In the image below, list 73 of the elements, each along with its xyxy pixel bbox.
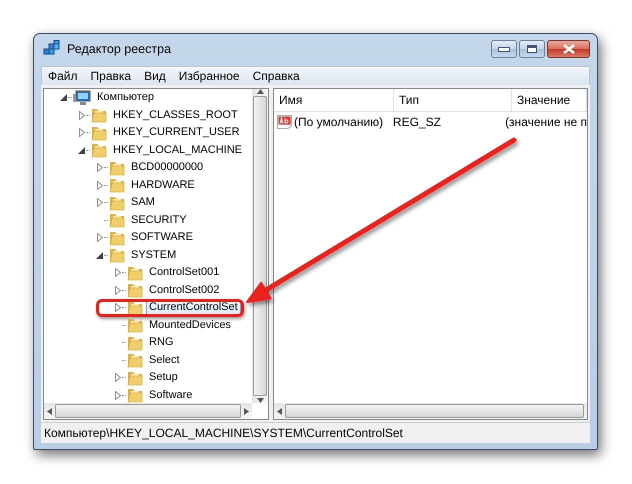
expand-icon[interactable] — [78, 110, 86, 120]
folder-icon — [127, 387, 143, 403]
folder-icon — [109, 212, 125, 228]
tree-item[interactable]: HKEY_CURRENT_USER — [110, 125, 243, 140]
scrollbar[interactable] — [252, 89, 268, 403]
tree-item[interactable]: BCD00000000 — [128, 160, 206, 176]
folder-icon — [91, 124, 107, 141]
column-header[interactable]: Тип — [394, 89, 512, 111]
folder-icon — [91, 142, 107, 158]
folder-icon — [109, 194, 125, 211]
folder-icon — [91, 107, 107, 124]
collapse-icon[interactable] — [96, 250, 104, 260]
tree-item[interactable]: RNG — [146, 335, 176, 350]
folder-icon — [127, 317, 143, 334]
table-cell: (По умолчанию) — [294, 115, 384, 129]
tree-item[interactable]: SOFTWARE — [128, 230, 196, 246]
tree-item[interactable]: SAM — [128, 195, 158, 210]
folder-icon — [127, 370, 143, 386]
string-value-icon — [277, 115, 292, 129]
menu-item[interactable]: Избранное — [172, 69, 246, 83]
expand-icon[interactable] — [96, 163, 104, 172]
tree-item[interactable]: ControlSet001 — [146, 265, 222, 280]
table-cell-text: (значение не п — [504, 115, 587, 129]
folder-icon — [127, 334, 143, 351]
tree-item[interactable]: HARDWARE — [128, 178, 198, 193]
expand-icon[interactable] — [78, 128, 86, 138]
folder-icon — [109, 247, 125, 264]
expand-icon[interactable] — [114, 286, 122, 295]
folder-icon — [127, 352, 143, 368]
folder-icon — [109, 230, 125, 246]
expand-icon[interactable] — [96, 198, 104, 208]
collapse-icon[interactable] — [78, 146, 86, 155]
table-cell-text: REG_SZ — [392, 115, 442, 129]
expand-icon[interactable] — [114, 390, 122, 400]
folder-icon — [109, 177, 125, 194]
folder-icon — [109, 160, 125, 176]
tree-item[interactable]: SYSTEM — [128, 248, 180, 263]
expand-icon[interactable] — [114, 373, 122, 382]
scrollbar[interactable] — [274, 403, 587, 419]
scroll-up-icon[interactable] — [256, 89, 264, 94]
menu-item[interactable]: Вид — [138, 69, 172, 83]
tree-item[interactable]: HKEY_LOCAL_MACHINE — [110, 142, 245, 158]
tree-item[interactable]: MountedDevices — [146, 318, 234, 333]
maximize-button[interactable] — [519, 40, 545, 58]
tree-item[interactable]: SECURITY — [128, 212, 190, 228]
expand-icon[interactable] — [114, 303, 122, 312]
expand-icon[interactable] — [96, 233, 104, 242]
scrollbar[interactable] — [44, 403, 252, 419]
tree-item[interactable]: Setup — [146, 370, 181, 386]
collapse-icon[interactable] — [60, 93, 68, 102]
tree-item[interactable]: HKEY_CLASSES_ROOT — [110, 108, 241, 123]
column-header[interactable]: Имя — [274, 89, 394, 111]
folder-icon — [127, 282, 143, 298]
scroll-down-icon[interactable] — [256, 398, 264, 403]
window-title: Редактор реестра — [67, 42, 172, 56]
menu-item[interactable]: Правка — [84, 69, 138, 83]
menu-item[interactable]: Справка — [246, 69, 306, 83]
scroll-right-icon[interactable] — [244, 408, 249, 414]
expand-icon[interactable] — [114, 268, 122, 278]
minimize-button[interactable] — [491, 40, 517, 58]
scroll-left-icon[interactable] — [277, 408, 282, 414]
tree-item[interactable]: Software — [146, 388, 196, 403]
status-bar: Компьютер\HKEY_LOCAL_MACHINE\SYSTEM\CurrentControlSet — [41, 422, 590, 443]
tree-item[interactable]: Компьютер — [94, 90, 157, 106]
tree-item[interactable]: Select — [146, 352, 183, 368]
scroll-left-icon[interactable] — [47, 408, 52, 414]
expand-icon[interactable] — [96, 180, 104, 190]
menu-item[interactable]: Файл — [42, 69, 84, 83]
tree-item[interactable]: ControlSet002 — [146, 282, 222, 298]
column-header[interactable]: Значение — [512, 89, 587, 111]
folder-icon — [127, 264, 143, 281]
close-icon — [562, 44, 576, 54]
close-button[interactable] — [547, 40, 590, 58]
